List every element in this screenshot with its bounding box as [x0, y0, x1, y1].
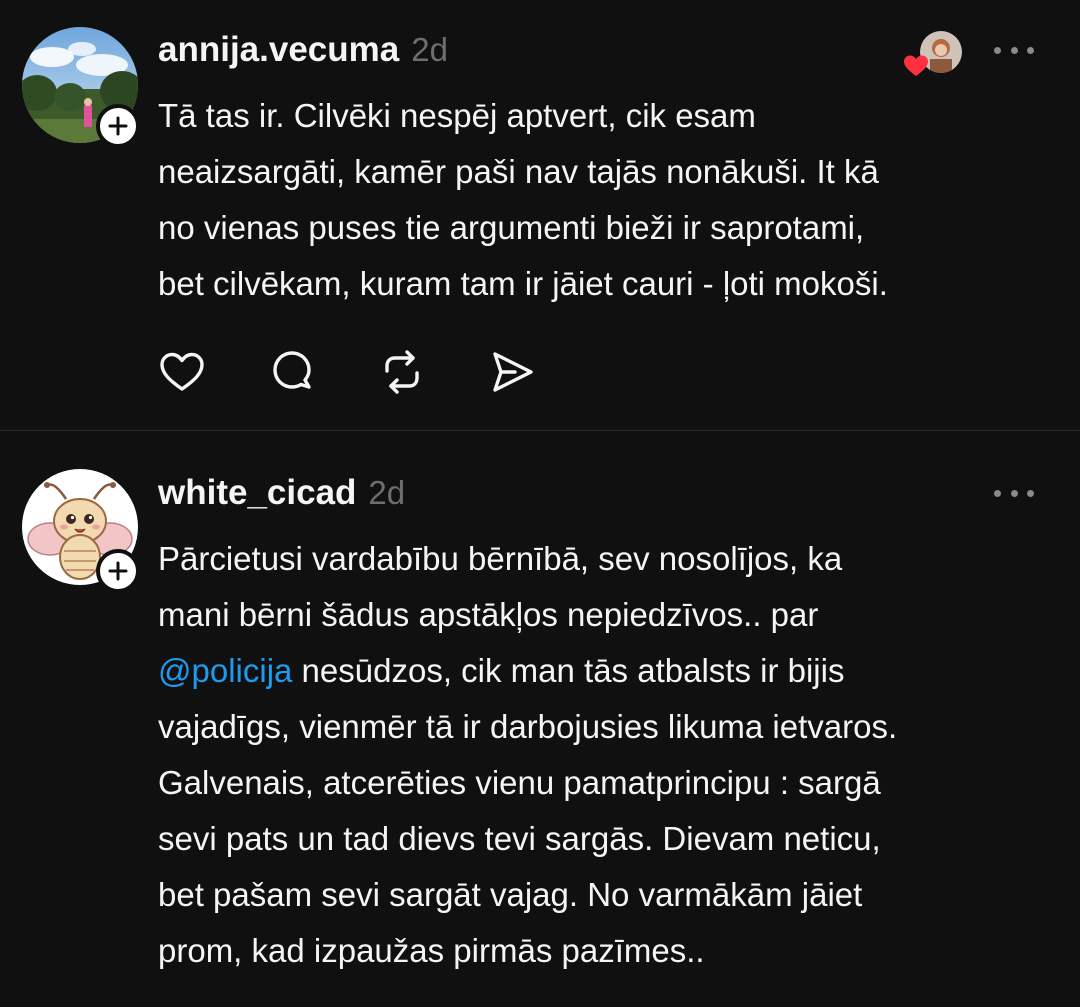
post-text: Pārcietusi vardabību bērnībā, sev nosolī… — [158, 531, 1048, 979]
post-text-part: nesūdzos, cik man tās atbalsts ir bijis … — [158, 652, 898, 969]
action-bar — [158, 348, 598, 396]
share-button[interactable] — [488, 348, 536, 396]
heart-icon — [160, 352, 204, 391]
username[interactable]: annija.vecuma — [158, 30, 399, 70]
like-button[interactable] — [158, 348, 206, 396]
heart-icon — [904, 55, 928, 76]
plus-icon — [108, 116, 128, 136]
post-header: annija.vecuma 2d — [158, 30, 448, 70]
more-horizontal-icon[interactable] — [994, 40, 1034, 60]
timestamp[interactable]: 2d — [411, 31, 448, 69]
post-header: white_cicad 2d — [158, 473, 405, 513]
more-horizontal-icon[interactable] — [994, 483, 1034, 503]
follow-button[interactable] — [96, 549, 140, 593]
timestamp[interactable]: 2d — [368, 474, 405, 512]
reply-button[interactable] — [268, 348, 316, 396]
thread-post: white_cicad 2d Pārcietusi vardabību bērn… — [0, 431, 1080, 1007]
thread-post: annija.vecuma 2d Tā tas ir. Cilvēki nesp… — [0, 0, 1080, 430]
follow-button[interactable] — [96, 104, 140, 148]
repost-button[interactable] — [378, 348, 426, 396]
comment-icon — [273, 351, 311, 389]
send-icon — [493, 352, 533, 392]
post-text: Tā tas ir. Cilvēki nespēj aptvert, cik e… — [158, 97, 888, 302]
repost-icon — [385, 350, 419, 394]
plus-icon — [108, 561, 128, 581]
post-text-part: Pārcietusi vardabību bērnībā, sev nosolī… — [158, 540, 843, 633]
mention-link[interactable]: @policija — [158, 652, 292, 689]
username[interactable]: white_cicad — [158, 473, 356, 513]
